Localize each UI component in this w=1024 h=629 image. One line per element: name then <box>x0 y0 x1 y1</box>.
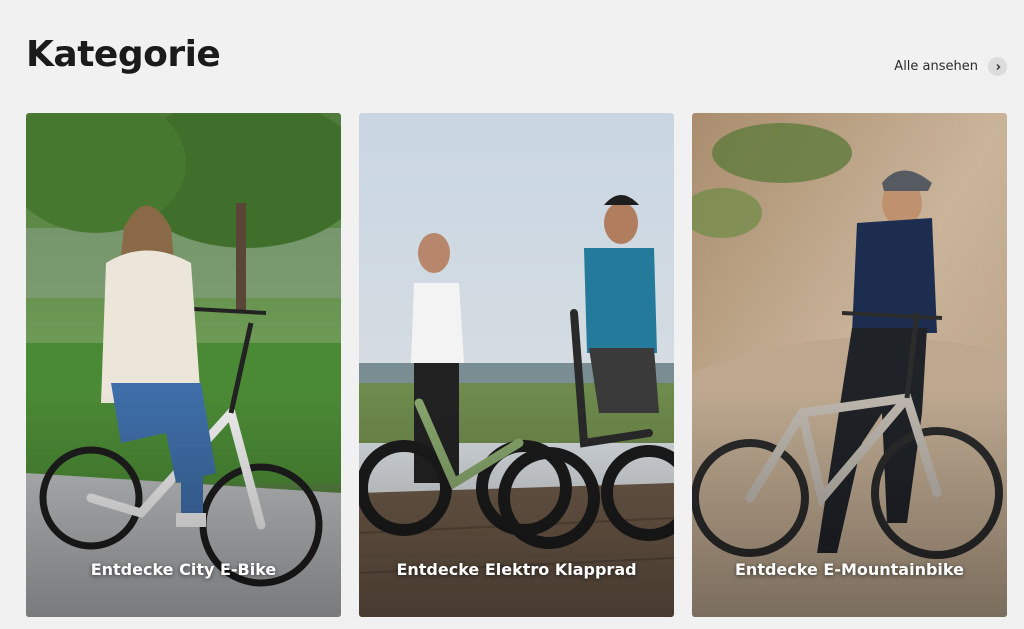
category-label: Entdecke E-Mountainbike <box>735 560 964 579</box>
category-label: Entdecke Elektro Klapprad <box>396 560 637 579</box>
page-title: Kategorie <box>26 34 221 75</box>
category-card-folding-ebike[interactable]: Entdecke Elektro Klapprad <box>359 113 674 617</box>
image-overlay <box>26 113 341 617</box>
view-all-link[interactable]: Alle ansehen <box>894 57 1007 76</box>
image-overlay <box>692 113 1007 617</box>
view-all-label: Alle ansehen <box>894 59 978 74</box>
image-overlay <box>359 113 674 617</box>
chevron-right-icon <box>988 57 1007 76</box>
category-grid: Entdecke City E-Bike Entdecke Elektro Kl… <box>26 113 1007 617</box>
category-label: Entdecke City E-Bike <box>90 560 277 579</box>
category-card-mountain-ebike[interactable]: Entdecke E-Mountainbike <box>692 113 1007 617</box>
category-card-city-ebike[interactable]: Entdecke City E-Bike <box>26 113 341 617</box>
